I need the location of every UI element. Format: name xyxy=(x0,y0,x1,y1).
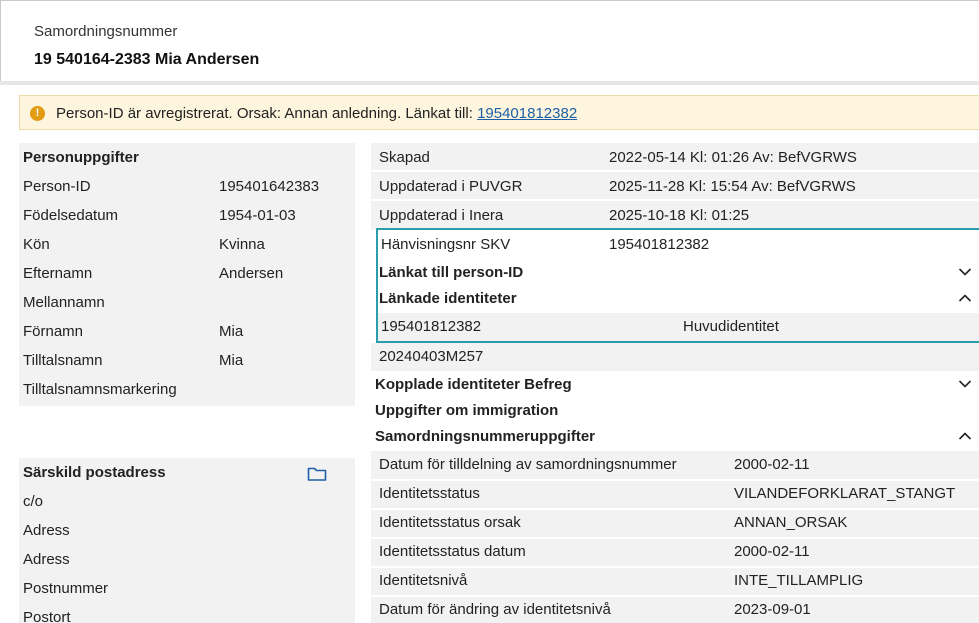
linked-row-id: 195401812382 xyxy=(381,318,482,335)
befreg-toggle[interactable]: Kopplade identiteter Befreg xyxy=(375,370,572,399)
postal-address-2: Adress xyxy=(23,551,70,568)
postal-heading: Särskild postadress xyxy=(23,464,166,481)
page-title: 19 540164-2383 Mia Andersen xyxy=(34,51,260,68)
updated-puvgr-value: 2025-11-28 Kl: 15:54 Av: BefVGRWS xyxy=(609,178,856,195)
assign-date-value: 2000-02-11 xyxy=(734,456,810,473)
created-label: Skapad xyxy=(379,149,430,166)
postal-co: c/o xyxy=(23,493,44,510)
assign-date-label: Datum för tilldelning av samordningsnumm… xyxy=(379,456,677,473)
level-change-date-label: Datum för ändring av identitetsnivå xyxy=(379,601,611,618)
firstname-label: Förnamn xyxy=(23,323,84,340)
personal-heading: Personuppgifter xyxy=(23,149,139,166)
middlename-label: Mellannamn xyxy=(23,294,105,311)
lastname-label: Efternamn xyxy=(23,265,93,282)
callname-label: Tilltalsnamn xyxy=(23,352,103,369)
status-date-value: 2000-02-11 xyxy=(734,543,810,560)
postal-zip: Postnummer xyxy=(23,580,109,597)
birthdate-label: Födelsedatum xyxy=(23,207,119,224)
chevron-down-icon[interactable] xyxy=(958,379,972,389)
identity-status-label: Identitetsstatus xyxy=(379,485,480,502)
alert-text: Person-ID är avregistrerat. Orsak: Annan… xyxy=(56,105,478,122)
warning-icon: ! xyxy=(30,106,45,121)
updated-inera-label: Uppdaterad i Inera xyxy=(379,207,504,224)
chevron-down-icon[interactable] xyxy=(958,267,972,277)
folder-icon[interactable] xyxy=(307,466,327,482)
firstname-value: Mia xyxy=(219,323,244,340)
linked-ids-toggle[interactable]: Länkade identiteter xyxy=(379,284,517,313)
header: Samordningsnummer 19 540164-2383 Mia And… xyxy=(0,0,979,83)
immigration-toggle[interactable]: Uppgifter om immigration xyxy=(375,396,558,425)
lastname-value: Andersen xyxy=(219,265,284,282)
level-change-date-value: 2023-09-01 xyxy=(734,601,811,618)
header-divider xyxy=(0,81,979,85)
birthdate-value: 1954-01-03 xyxy=(219,207,296,224)
identity-level-label: Identitetsnivå xyxy=(379,572,468,589)
warning-alert: ! Person-ID är avregistrerat. Orsak: Ann… xyxy=(19,95,979,130)
status-reason-value: ANNAN_ORSAK xyxy=(734,514,848,531)
samordning-toggle[interactable]: Samordningsnummeruppgifter xyxy=(375,422,595,451)
ref-label: Hänvisningsnr SKV xyxy=(381,236,511,253)
header-label: Samordningsnummer xyxy=(34,23,178,40)
status-date-label: Identitetsstatus datum xyxy=(379,543,526,560)
chevron-up-icon[interactable] xyxy=(958,431,972,441)
ref-value: 195401812382 xyxy=(609,236,710,253)
gender-label: Kön xyxy=(23,236,50,253)
chevron-up-icon[interactable] xyxy=(958,293,972,303)
gender-value: Kvinna xyxy=(219,236,265,253)
postal-city: Postort xyxy=(23,609,71,623)
person-id-value: 195401642383 xyxy=(219,178,320,195)
updated-inera-value: 2025-10-18 Kl: 01:25 xyxy=(609,207,750,224)
callname-marking-label: Tilltalsnamnsmarkering xyxy=(23,381,177,398)
person-id-label: Person-ID xyxy=(23,178,91,195)
identity-level-value: INTE_TILLAMPLIG xyxy=(734,572,864,589)
linked-row-type: Huvudidentitet xyxy=(683,318,779,335)
alert-message: Person-ID är avregistrerat. Orsak: Annan… xyxy=(56,105,577,122)
alert-link[interactable]: 195401812382 xyxy=(477,105,577,122)
identity-status-value: VILANDEFORKLARAT_STANGT xyxy=(734,485,956,502)
postal-address-1: Adress xyxy=(23,522,70,539)
linked-to-toggle[interactable]: Länkat till person-ID xyxy=(379,258,523,287)
status-reason-label: Identitetsstatus orsak xyxy=(379,514,521,531)
callname-value: Mia xyxy=(219,352,244,369)
extra-id: 20240403M257 xyxy=(379,348,484,365)
updated-puvgr-label: Uppdaterad i PUVGR xyxy=(379,178,523,195)
created-value: 2022-05-14 Kl: 01:26 Av: BefVGRWS xyxy=(609,149,857,166)
